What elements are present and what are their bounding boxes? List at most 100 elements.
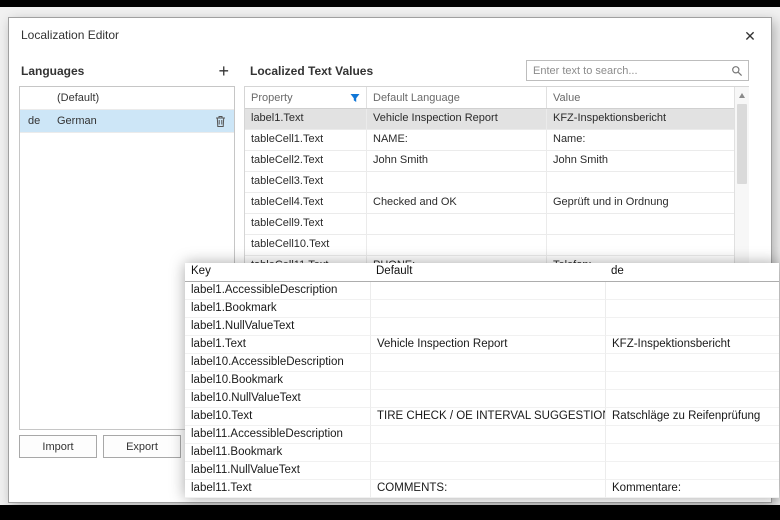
sheet-cell-de (605, 282, 779, 300)
sheet-cell-key: label1.Bookmark (185, 300, 370, 318)
search-input[interactable] (533, 65, 731, 77)
scroll-thumb[interactable] (737, 104, 747, 184)
desktop-background: Localization Editor ✕ Languages + (Defau… (0, 0, 780, 520)
sheet-cell-key: label10.Text (185, 408, 370, 426)
column-header-default-language-label: Default Language (373, 92, 460, 104)
add-language-button[interactable]: + (214, 62, 233, 80)
sheet-row: label1.NullValueText (185, 318, 779, 336)
grid-row[interactable]: tableCell3.Text (245, 172, 734, 193)
sheet-cell-default (370, 390, 605, 408)
sheet-header-row: Key Default de (185, 263, 779, 282)
sheet-column-default: Default (370, 263, 605, 281)
cell-value: Name: (547, 130, 734, 151)
column-header-property-label: Property (251, 92, 293, 104)
delete-language-icon[interactable] (215, 115, 226, 128)
sheet-cell-de (605, 462, 779, 480)
export-button[interactable]: Export (103, 435, 181, 458)
cell-default-language (367, 235, 547, 256)
sheet-cell-key: label11.NullValueText (185, 462, 370, 480)
languages-title: Languages (21, 64, 84, 78)
language-name: German (57, 115, 215, 127)
cell-property: tableCell9.Text (245, 214, 367, 235)
cell-value: John Smith (547, 151, 734, 172)
grid-row[interactable]: label1.Text Vehicle Inspection Report KF… (245, 109, 734, 130)
sheet-cell-default (370, 444, 605, 462)
search-box (526, 60, 749, 81)
titlebar: Localization Editor ✕ (9, 18, 771, 50)
sheet-cell-default (370, 282, 605, 300)
grid-row[interactable]: tableCell10.Text (245, 235, 734, 256)
sheet-cell-de: Kommentare: (605, 480, 779, 498)
cell-property: tableCell2.Text (245, 151, 367, 172)
cell-property: label1.Text (245, 109, 367, 130)
cell-property: tableCell10.Text (245, 235, 367, 256)
values-panel-title: Localized Text Values (250, 64, 373, 78)
language-name: (Default) (57, 92, 226, 104)
filter-icon[interactable] (350, 93, 360, 103)
cell-property: tableCell4.Text (245, 193, 367, 214)
sheet-cell-default (370, 318, 605, 336)
sheet-cell-key: label11.AccessibleDescription (185, 426, 370, 444)
languages-header: Languages + (19, 58, 235, 84)
grid-row[interactable]: tableCell1.Text NAME: Name: (245, 130, 734, 151)
sheet-column-key: Key (185, 263, 370, 281)
cell-default-language: Vehicle Inspection Report (367, 109, 547, 130)
sheet-cell-default: COMMENTS: (370, 480, 605, 498)
sheet-row: label11.NullValueText (185, 462, 779, 480)
grid-row[interactable]: tableCell4.Text Checked and OK Geprüft u… (245, 193, 734, 214)
grid-row[interactable]: tableCell9.Text (245, 214, 734, 235)
sheet-cell-default (370, 300, 605, 318)
sheet-cell-de (605, 300, 779, 318)
sheet-cell-default (370, 354, 605, 372)
column-header-property[interactable]: Property (245, 87, 367, 108)
cell-default-language: NAME: (367, 130, 547, 151)
sheet-cell-key: label10.NullValueText (185, 390, 370, 408)
sheet-cell-de: KFZ-Inspektionsbericht (605, 336, 779, 354)
sheet-cell-default (370, 372, 605, 390)
sheet-row: label11.AccessibleDescription (185, 426, 779, 444)
sheet-cell-default (370, 462, 605, 480)
sheet-cell-de: Ratschläge zu Reifenprüfung (605, 408, 779, 426)
cell-default-language: Checked and OK (367, 193, 547, 214)
sheet-row: label10.Text TIRE CHECK / OE INTERVAL SU… (185, 408, 779, 426)
language-list-item[interactable]: (Default) (20, 87, 234, 110)
sheet-cell-default: Vehicle Inspection Report (370, 336, 605, 354)
sheet-row: label11.Text COMMENTS: Kommentare: (185, 480, 779, 498)
cell-default-language (367, 214, 547, 235)
cell-value (547, 214, 734, 235)
bottom-black-bar (0, 505, 780, 520)
column-header-default-language[interactable]: Default Language (367, 87, 547, 108)
sheet-cell-de (605, 372, 779, 390)
sheet-cell-de (605, 390, 779, 408)
sheet-row: label10.AccessibleDescription (185, 354, 779, 372)
grid-row[interactable]: tableCell2.Text John Smith John Smith (245, 151, 734, 172)
sheet-cell-key: label11.Text (185, 480, 370, 498)
close-button[interactable]: ✕ (739, 25, 761, 47)
resource-sheet: Key Default de label1.AccessibleDescript… (185, 263, 779, 498)
import-button[interactable]: Import (19, 435, 97, 458)
sheet-row: label1.Text Vehicle Inspection Report KF… (185, 336, 779, 354)
grid-body: label1.Text Vehicle Inspection Report KF… (245, 109, 734, 277)
column-header-value-label: Value (553, 92, 580, 104)
top-black-bar (0, 0, 780, 7)
language-list-item[interactable]: de German (20, 110, 234, 133)
cell-value (547, 235, 734, 256)
sheet-cell-key: label1.NullValueText (185, 318, 370, 336)
search-icon[interactable] (731, 65, 743, 77)
scroll-up-arrow[interactable] (735, 87, 749, 103)
languages-footer: Import Export (19, 435, 181, 458)
sheet-cell-key: label10.Bookmark (185, 372, 370, 390)
sheet-row: label10.NullValueText (185, 390, 779, 408)
sheet-cell-key: label10.AccessibleDescription (185, 354, 370, 372)
cell-property: tableCell1.Text (245, 130, 367, 151)
cell-property: tableCell3.Text (245, 172, 367, 193)
sheet-cell-de (605, 426, 779, 444)
sheet-cell-de (605, 354, 779, 372)
sheet-cell-default (370, 426, 605, 444)
sheet-row: label11.Bookmark (185, 444, 779, 462)
column-header-value[interactable]: Value (547, 87, 734, 108)
cell-value (547, 172, 734, 193)
sheet-row: label1.AccessibleDescription (185, 282, 779, 300)
sheet-body: label1.AccessibleDescription label1.Book… (185, 282, 779, 498)
sheet-row: label10.Bookmark (185, 372, 779, 390)
